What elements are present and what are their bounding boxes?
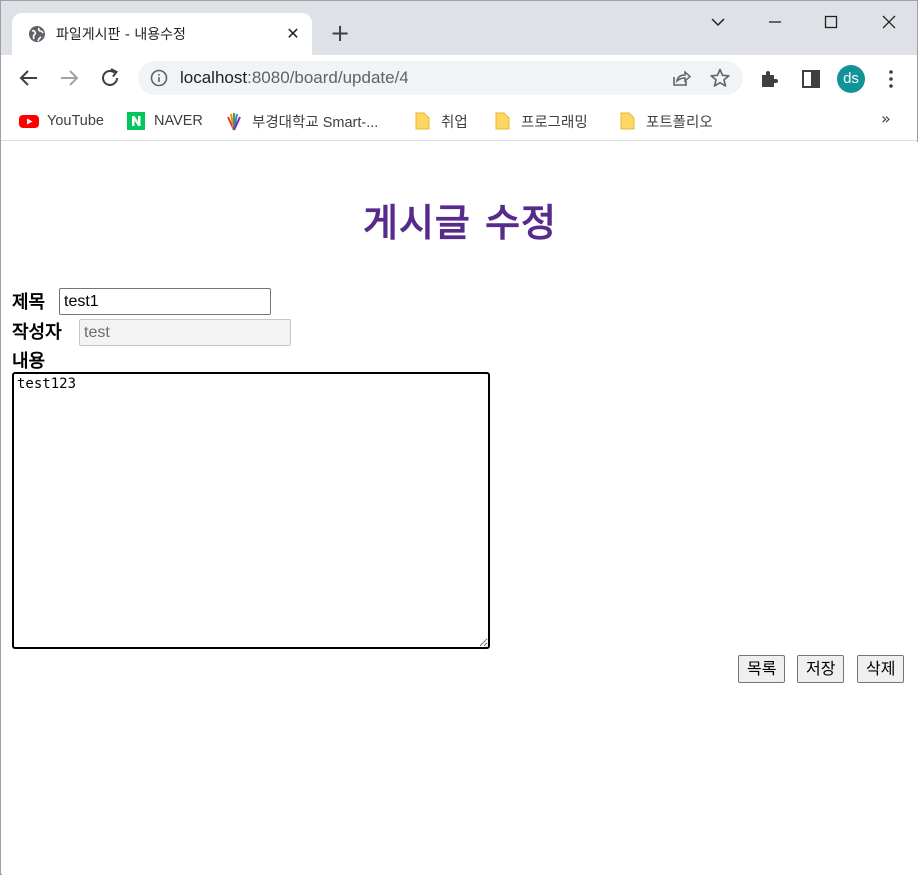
tab-search-icon[interactable] bbox=[705, 9, 731, 35]
bookmark-label: YouTube bbox=[47, 113, 104, 129]
folder-icon bbox=[618, 111, 638, 131]
tab-strip: 파일게시판 - 내용수정 ✕ + bbox=[1, 1, 917, 55]
pknu-icon bbox=[224, 111, 244, 131]
bookmark-label: 포트폴리오 bbox=[646, 114, 713, 131]
naver-icon bbox=[126, 111, 146, 131]
bookmark-label: NAVER bbox=[154, 113, 203, 129]
browser-window: 파일게시판 - 내용수정 ✕ + localhost:8080/board/up… bbox=[0, 0, 918, 875]
close-window-icon[interactable] bbox=[876, 9, 902, 35]
side-panel-icon[interactable] bbox=[799, 67, 823, 91]
title-label: 제목 bbox=[12, 292, 46, 313]
bookmark-folder-jobs[interactable]: 취업 bbox=[413, 110, 468, 132]
bookmark-star-icon[interactable] bbox=[709, 67, 731, 89]
author-label: 작성자 bbox=[12, 322, 62, 343]
folder-icon bbox=[413, 111, 433, 131]
share-icon[interactable] bbox=[670, 67, 692, 89]
back-arrow-icon[interactable] bbox=[16, 65, 42, 91]
forward-arrow-icon[interactable] bbox=[56, 65, 82, 91]
page-title: 게시글 수정 bbox=[362, 201, 558, 245]
browser-tab-active[interactable]: 파일게시판 - 내용수정 ✕ bbox=[12, 13, 312, 55]
url-path: :8080/board/update/4 bbox=[247, 68, 409, 87]
youtube-icon bbox=[19, 111, 39, 131]
maximize-icon[interactable] bbox=[818, 9, 844, 35]
title-input[interactable] bbox=[59, 288, 271, 315]
bookmark-label: 부경대학교 Smart-... bbox=[252, 114, 379, 131]
kebab-menu-icon[interactable] bbox=[879, 67, 903, 91]
url-text: localhost:8080/board/update/4 bbox=[180, 68, 409, 88]
content-label: 내용 bbox=[12, 351, 46, 372]
content-textarea[interactable]: test123 bbox=[12, 372, 490, 649]
folder-icon bbox=[493, 111, 513, 131]
delete-button[interactable]: 삭제 bbox=[857, 655, 905, 683]
author-input bbox=[79, 319, 291, 346]
bookmark-label: 프로그래밍 bbox=[521, 114, 588, 131]
minimize-icon[interactable] bbox=[762, 9, 788, 35]
info-icon[interactable] bbox=[150, 69, 168, 87]
url-host: localhost bbox=[180, 68, 248, 87]
bookmark-label: 취업 bbox=[441, 114, 468, 131]
bookmarks-bar: YouTube NAVER 부경대학교 Smart-... 취업 프로그래밍 포… bbox=[1, 101, 917, 141]
globe-icon bbox=[28, 25, 46, 43]
tab-close-icon[interactable]: ✕ bbox=[282, 23, 304, 45]
bookmark-folder-portfolio[interactable]: 포트폴리오 bbox=[618, 110, 713, 132]
new-tab-button[interactable]: + bbox=[327, 21, 353, 47]
list-button[interactable]: 목록 bbox=[738, 655, 786, 683]
bookmark-youtube[interactable]: YouTube bbox=[19, 110, 104, 132]
bookmark-naver[interactable]: NAVER bbox=[126, 110, 203, 132]
save-button[interactable]: 저장 bbox=[797, 655, 845, 683]
browser-toolbar: localhost:8080/board/update/4 ds bbox=[1, 55, 917, 101]
extensions-puzzle-icon[interactable] bbox=[758, 67, 782, 91]
bookmark-folder-programming[interactable]: 프로그래밍 bbox=[493, 110, 588, 132]
tab-title: 파일게시판 - 내용수정 bbox=[56, 27, 186, 43]
bookmarks-overflow-button[interactable]: » bbox=[881, 109, 891, 128]
reload-icon[interactable] bbox=[97, 65, 123, 91]
address-bar[interactable]: localhost:8080/board/update/4 bbox=[138, 61, 743, 95]
profile-avatar[interactable]: ds bbox=[837, 65, 865, 93]
page-content: 게시글 수정 제목 작성자 내용 test123 목록 저장 삭제 bbox=[2, 142, 918, 875]
bookmark-pknu[interactable]: 부경대학교 Smart-... bbox=[224, 110, 378, 132]
